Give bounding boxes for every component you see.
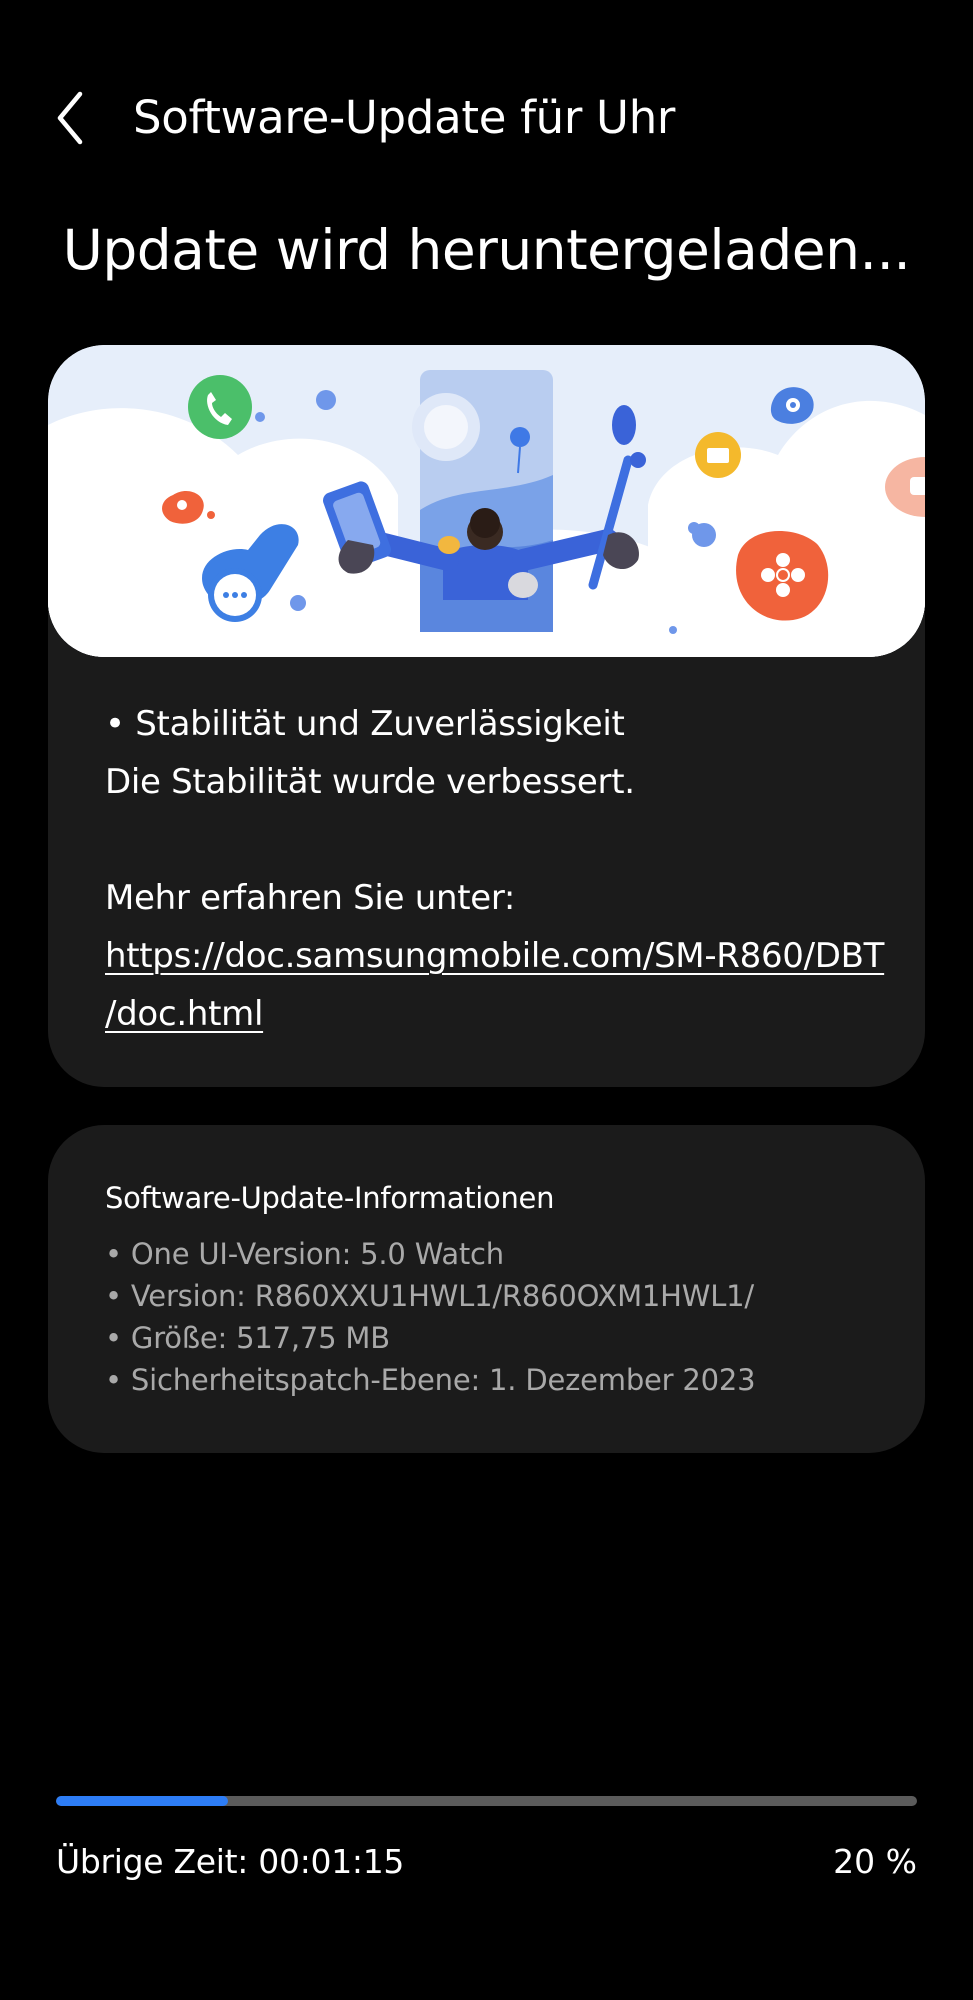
download-progress-bar xyxy=(56,1796,917,1806)
info-size: • Größe: 517,75 MB xyxy=(105,1321,390,1355)
info-ui-version: • One UI-Version: 5.0 Watch xyxy=(105,1237,504,1271)
info-security-patch: • Sicherheitspatch-Ebene: 1. Dezember 20… xyxy=(105,1363,756,1397)
release-notes-card: • Stabilität und Zuverlässigkeit Die Sta… xyxy=(48,345,925,1087)
back-button[interactable] xyxy=(48,88,98,148)
update-info-card: Software-Update-Informationen • One UI-V… xyxy=(48,1125,925,1453)
remaining-time-label: Übrige Zeit: 00:01:15 xyxy=(56,1842,405,1881)
notes-bullet-title: • Stabilität und Zuverlässigkeit xyxy=(105,704,625,744)
chevron-left-icon xyxy=(57,91,83,145)
update-info-list: • One UI-Version: 5.0 Watch • Version: R… xyxy=(105,1233,756,1401)
update-info-title: Software-Update-Informationen xyxy=(105,1181,555,1215)
release-notes-link[interactable]: https://doc.samsungmobile.com/SM-R860/DB… xyxy=(105,936,884,976)
info-version: • Version: R860XXU1HWL1/R860OXM1HWL1/ xyxy=(105,1279,754,1313)
notes-bullet-text: Die Stabilität wurde verbessert. xyxy=(105,762,635,802)
progress-percent-label: 20 % xyxy=(833,1842,917,1881)
page-title: Software-Update für Uhr xyxy=(133,91,676,144)
app-header: Software-Update für Uhr xyxy=(0,60,973,170)
release-notes: • Stabilität und Zuverlässigkeit Die Sta… xyxy=(105,695,905,1043)
download-progress-fill xyxy=(56,1796,229,1806)
more-info-label: Mehr erfahren Sie unter: xyxy=(105,878,516,918)
download-status-heading: Update wird heruntergeladen... xyxy=(62,218,911,282)
update-illustration xyxy=(48,345,925,657)
release-notes-link-continued[interactable]: /doc.html xyxy=(105,994,263,1034)
